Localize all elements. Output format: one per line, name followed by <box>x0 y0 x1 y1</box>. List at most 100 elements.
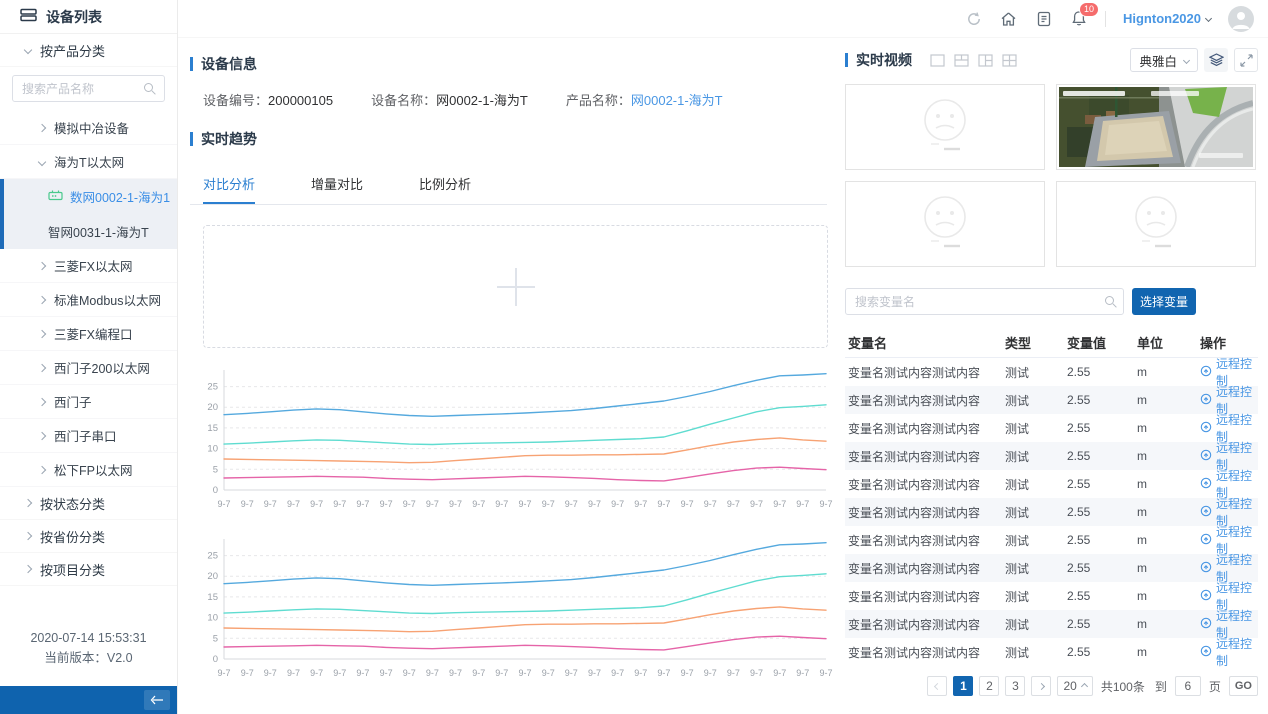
sidebar-group-7[interactable]: 西门子串口 <box>0 419 177 453</box>
svg-text:9-7: 9-7 <box>773 668 786 678</box>
variable-name-cell: 变量名测试内容测试内容 <box>845 560 1005 577</box>
no-video-placeholder-icon <box>902 96 988 158</box>
sidebar-device-item-1[interactable]: 智网0031-1-海为T <box>4 214 177 249</box>
sidebar-group-6[interactable]: 西门子 <box>0 385 177 419</box>
layout-1-icon[interactable] <box>930 54 945 67</box>
device-no-field: 设备编号：200000105 <box>203 90 333 109</box>
product-name-link[interactable]: 网0002-1-海为T <box>631 93 723 108</box>
next-page-button[interactable] <box>1031 676 1051 696</box>
sidebar-group-2[interactable]: 三菱FX以太网 <box>0 249 177 283</box>
chevron-down-icon <box>1183 56 1190 63</box>
sidebar-category-2[interactable]: 按项目分类 <box>0 553 177 586</box>
main-content: 设备信息 设备编号：200000105 设备名称：网0002-1-海为T 产品名… <box>178 38 845 714</box>
remote-control-icon <box>1200 393 1212 408</box>
device-no-value: 200000105 <box>268 93 333 108</box>
layout-2-icon[interactable] <box>954 54 969 67</box>
sidebar-category-1[interactable]: 按省份分类 <box>0 520 177 553</box>
device-online-icon <box>48 189 63 205</box>
variable-search-input[interactable] <box>845 288 1124 315</box>
video-cell-4[interactable] <box>1056 181 1256 267</box>
goto-page-input[interactable] <box>1175 676 1201 696</box>
remote-control-icon <box>1200 449 1212 464</box>
svg-text:9-7: 9-7 <box>241 668 254 678</box>
notification-badge: 10 <box>1079 2 1099 17</box>
video-cell-2-live[interactable] <box>1056 84 1256 170</box>
user-menu[interactable]: Hignton2020 <box>1123 11 1211 26</box>
add-variable-dropzone[interactable] <box>203 225 828 348</box>
fullscreen-button[interactable] <box>1234 48 1258 72</box>
svg-text:15: 15 <box>207 592 218 603</box>
variable-search <box>845 288 1124 315</box>
variable-type-cell: 测试 <box>1005 420 1067 437</box>
layout-4-icon[interactable] <box>1002 54 1017 67</box>
svg-text:9-7: 9-7 <box>241 499 254 509</box>
select-variable-button[interactable]: 选择变量 <box>1132 288 1196 315</box>
sidebar-category-label: 按状态分类 <box>40 494 105 513</box>
variable-unit-cell: m <box>1137 533 1200 547</box>
sidebar-device-item-0[interactable]: 数网0002-1-海为1 <box>4 179 177 214</box>
remote-control-icon <box>1200 477 1212 492</box>
variable-type-cell: 测试 <box>1005 476 1067 493</box>
trend-chart-svg: 05101520259-79-79-79-79-79-79-79-79-79-7… <box>194 362 834 514</box>
sidebar-group-label: 模拟中冶设备 <box>54 118 129 137</box>
other-categories: 按状态分类按省份分类按项目分类 <box>0 487 177 586</box>
remote-control-icon <box>1200 365 1212 380</box>
chevron-right-icon <box>1038 682 1045 689</box>
video-cell-3[interactable] <box>845 181 1045 267</box>
video-cell-1[interactable] <box>845 84 1045 170</box>
chevron-right-icon <box>24 565 32 573</box>
sidebar-category-product[interactable]: 按产品分类 <box>0 34 177 67</box>
sidebar-group-3[interactable]: 标准Modbus以太网 <box>0 283 177 317</box>
svg-text:9-7: 9-7 <box>426 499 439 509</box>
svg-text:9-7: 9-7 <box>449 668 462 678</box>
svg-text:9-7: 9-7 <box>542 668 555 678</box>
svg-text:9-7: 9-7 <box>356 668 369 678</box>
remote-control-link[interactable]: 远程控制 <box>1200 635 1258 669</box>
layout-3-icon[interactable] <box>978 54 993 67</box>
svg-text:9-7: 9-7 <box>264 668 277 678</box>
page-size-select[interactable]: 20 <box>1057 676 1092 696</box>
sidebar-group-5[interactable]: 西门子200以太网 <box>0 351 177 385</box>
page-button-1[interactable]: 1 <box>953 676 973 696</box>
document-icon[interactable] <box>1035 10 1053 28</box>
trend-chart-1: 05101520259-79-79-79-79-79-79-79-79-79-7… <box>194 362 827 517</box>
tab-1[interactable]: 增量对比 <box>311 165 363 204</box>
refresh-icon[interactable] <box>965 10 983 28</box>
tab-0[interactable]: 对比分析 <box>203 165 255 204</box>
sidebar-group-4[interactable]: 三菱FX编程口 <box>0 317 177 351</box>
product-search-input[interactable] <box>12 75 165 102</box>
variable-type-cell: 测试 <box>1005 392 1067 409</box>
bell-icon[interactable]: 10 <box>1070 10 1088 28</box>
sidebar-group-8[interactable]: 松下FP以太网 <box>0 453 177 487</box>
variable-value-cell: 2.55 <box>1067 421 1137 435</box>
chevron-right-icon <box>38 363 46 371</box>
svg-text:20: 20 <box>207 571 218 582</box>
svg-text:9-7: 9-7 <box>681 668 694 678</box>
sidebar-group-0[interactable]: 模拟中冶设备 <box>0 111 177 145</box>
sidebar-group-1[interactable]: 海为T以太网 <box>0 145 177 179</box>
sidebar-category-0[interactable]: 按状态分类 <box>0 487 177 520</box>
sidebar-group-label: 西门子串口 <box>54 426 117 445</box>
tab-2[interactable]: 比例分析 <box>419 165 471 204</box>
home-icon[interactable] <box>1000 10 1018 28</box>
avatar[interactable] <box>1228 6 1254 32</box>
right-panel: 实时视频 典雅白 <box>845 38 1258 714</box>
svg-text:10: 10 <box>207 444 218 455</box>
go-button[interactable]: GO <box>1229 676 1258 696</box>
section-accent-bar <box>845 53 848 67</box>
svg-text:9-7: 9-7 <box>403 668 416 678</box>
chevron-down-icon <box>24 46 32 54</box>
theme-select[interactable]: 典雅白 <box>1130 48 1198 72</box>
sidebar-collapse-button[interactable] <box>144 690 170 710</box>
page-button-3[interactable]: 3 <box>1005 676 1025 696</box>
variable-value-cell: 2.55 <box>1067 393 1137 407</box>
variables-table: 变量名类型变量值单位操作 变量名测试内容测试内容测试2.55m远程控制变量名测试… <box>845 328 1258 666</box>
section-accent-bar <box>190 57 193 71</box>
svg-text:9-7: 9-7 <box>796 668 809 678</box>
svg-text:9-7: 9-7 <box>495 499 508 509</box>
layers-button[interactable] <box>1204 48 1228 72</box>
prev-page-button[interactable] <box>927 676 947 696</box>
svg-text:9-7: 9-7 <box>472 499 485 509</box>
variable-type-cell: 测试 <box>1005 644 1067 661</box>
page-button-2[interactable]: 2 <box>979 676 999 696</box>
